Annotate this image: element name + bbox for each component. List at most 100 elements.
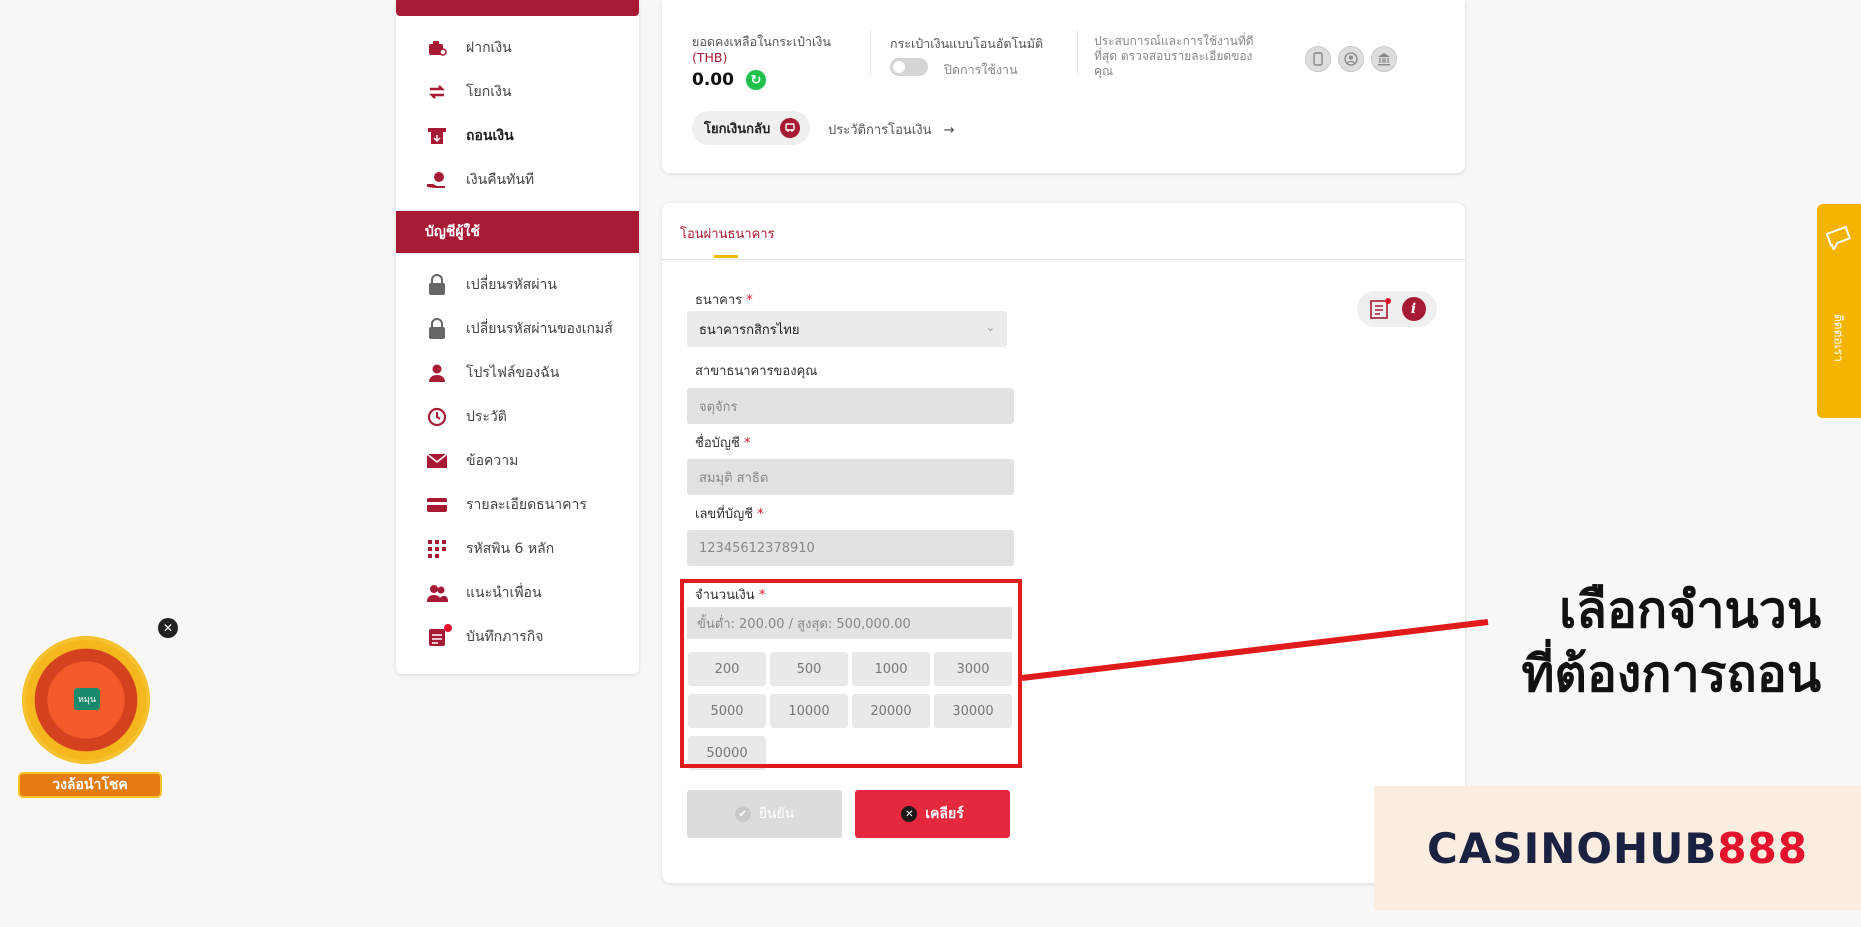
wallet-card: ยอดคงเหลือในกระเป๋าเงิน (THB) 0.00 ↻ กระ… <box>662 0 1465 173</box>
sidebar-item-label: บันทึกภารกิจ <box>466 629 544 645</box>
sidebar-item-bank-details[interactable]: รายละเอียดธนาคาร <box>396 483 639 527</box>
account-name-value: สมมุติ สาธิต <box>699 470 769 486</box>
pin-icon <box>426 538 448 560</box>
account-name-label-text: ชื่อบัญชี <box>695 436 740 451</box>
watermark-logo: CASINOHUB 888 <box>1374 786 1861 910</box>
info-pill: i <box>1357 291 1437 327</box>
required-mark: * <box>757 507 764 522</box>
branch-value: จตุจักร <box>699 399 738 415</box>
watermark-text-main: CASINOHUB <box>1427 823 1718 873</box>
clear-button[interactable]: ✕ เคลียร์ <box>855 790 1010 838</box>
history-icon <box>426 406 448 428</box>
account-name-label: ชื่อบัญชี * <box>695 432 750 453</box>
sidebar-item-label: เปลี่ยนรหัสผ่านของเกมส์ <box>466 321 613 337</box>
arrow-right-icon: → <box>943 123 955 138</box>
sidebar-item-label: รหัสพิน 6 หลัก <box>466 541 555 557</box>
pull-back-label: โยกเงินกลับ <box>704 121 771 137</box>
sidebar: ฝากเงิน โยกเงิน ถอนเงิน เงินคืนทันที บัญ… <box>396 0 639 674</box>
cashback-icon <box>426 169 448 191</box>
sidebar-item-profile[interactable]: โปรไฟล์ของฉัน <box>396 351 639 395</box>
required-mark: * <box>746 293 753 308</box>
sidebar-item-messages[interactable]: ข้อความ <box>396 439 639 483</box>
bank-select-value: ธนาคารกสิกรไทย <box>699 322 800 338</box>
pull-back-button[interactable]: โยกเงินกลับ <box>692 111 811 145</box>
account-number-value: 12345612378910 <box>699 540 815 556</box>
sidebar-item-transfer[interactable]: โยกเงิน <box>396 70 639 114</box>
currency-label: (THB) <box>692 50 728 65</box>
sidebar-item-mission-log[interactable]: บันทึกภารกิจ <box>396 615 639 659</box>
sidebar-item-label: รายละเอียดธนาคาร <box>466 497 587 513</box>
sidebar-item-label: ฝากเงิน <box>466 40 512 56</box>
sidebar-item-label: ข้อความ <box>466 453 519 469</box>
annotation-line-2: ที่ต้องการถอน <box>1521 645 1821 703</box>
lock-icon <box>426 318 448 340</box>
experience-text: ประสบการณ์และการใช้งานที่ดีที่สุด ตรวจสอ… <box>1094 34 1254 78</box>
sidebar-item-label: โยกเงิน <box>466 84 512 100</box>
balance-label-text: ยอดคงเหลือในกระเป๋าเงิน <box>692 34 831 49</box>
wheel-spin-center: หมุน <box>74 688 100 710</box>
divider <box>1077 30 1078 76</box>
sidebar-item-change-password[interactable]: เปลี่ยนรหัสผ่าน <box>396 263 639 307</box>
sidebar-item-label: ถอนเงิน <box>466 128 514 144</box>
account-number-field[interactable]: 12345612378910 <box>687 530 1014 566</box>
lock-icon <box>426 274 448 296</box>
annotation-line-1: เลือกจำนวน <box>1559 581 1821 639</box>
chevron-down-icon: ⌄ <box>985 321 995 334</box>
sidebar-item-label: แนะนำเพื่อน <box>466 585 542 601</box>
pull-back-icon <box>780 118 801 138</box>
contact-us-tab[interactable]: ติดต่อเรา <box>1817 204 1861 418</box>
sidebar-item-history[interactable]: ประวัติ <box>396 395 639 439</box>
tab-bank-transfer[interactable]: โอนผ่านธนาคาร <box>680 223 775 244</box>
account-number-label: เลขที่บัญชี * <box>695 503 764 524</box>
close-icon[interactable]: ✕ <box>158 618 178 638</box>
friends-icon <box>426 582 448 604</box>
bank-label: ธนาคาร * <box>695 289 753 310</box>
deposit-icon <box>426 37 448 59</box>
sidebar-item-label: เปลี่ยนรหัสผ่าน <box>466 277 557 293</box>
phone-icon[interactable] <box>1305 46 1331 72</box>
sidebar-item-label: โปรไฟล์ของฉัน <box>466 365 560 381</box>
account-name-field[interactable]: สมมุติ สาธิต <box>687 459 1014 495</box>
auto-transfer-state: ปิดการใช้งาน <box>944 62 1018 77</box>
lucky-wheel-label: วงล้อนำโชค <box>18 772 162 798</box>
check-icon: ✔ <box>734 806 751 822</box>
chat-icon <box>1825 225 1852 254</box>
user-icon <box>426 362 448 384</box>
info-icon[interactable]: i <box>1401 297 1426 321</box>
balance-value: 0.00 ↻ <box>692 70 766 90</box>
sidebar-item-label: ประวัติ <box>466 409 507 425</box>
bank-icon[interactable] <box>1371 46 1397 72</box>
sidebar-item-deposit[interactable]: ฝากเงิน <box>396 26 639 70</box>
auto-transfer-label: กระเป๋าเงินแบบโอนอัตโนมัติ <box>890 36 1044 51</box>
sidebar-item-change-game-password[interactable]: เปลี่ยนรหัสผ่านของเกมส์ <box>396 307 639 351</box>
refresh-icon[interactable]: ↻ <box>745 70 766 90</box>
sidebar-top-strip <box>396 0 639 16</box>
lucky-wheel-widget[interactable]: หมุน ✕ วงล้อนำโชค <box>8 612 178 802</box>
tab-active-indicator <box>714 255 738 258</box>
transfer-icon <box>426 81 448 103</box>
sidebar-item-cashback[interactable]: เงินคืนทันที <box>396 158 639 202</box>
tab-divider <box>662 259 1465 260</box>
annotation-text: เลือกจำนวน ที่ต้องการถอน <box>1521 578 1821 706</box>
auto-transfer-toggle[interactable] <box>890 58 928 76</box>
sidebar-item-pin[interactable]: รหัสพิน 6 หลัก <box>396 527 639 571</box>
receipt-icon[interactable] <box>1369 298 1391 320</box>
sidebar-item-withdraw[interactable]: ถอนเงิน <box>396 114 639 158</box>
watermark-text-accent: 888 <box>1717 823 1808 873</box>
divider <box>870 30 871 76</box>
balance-amount: 0.00 <box>692 70 734 90</box>
user-verify-icon[interactable] <box>1338 46 1364 72</box>
transfer-history-link[interactable]: ประวัติการโอนเงิน → <box>828 119 955 140</box>
clear-label: เคลียร์ <box>925 806 964 822</box>
contact-us-label: ติดต่อเรา <box>1831 314 1846 362</box>
bank-select[interactable]: ธนาคารกสิกรไทย ⌄ <box>687 311 1007 347</box>
withdraw-form-card: โอนผ่านธนาคาร ธนาคาร * ธนาคารกสิกรไทย ⌄ … <box>662 203 1465 883</box>
account-section-header: บัญชีผู้ใช้ <box>396 211 639 253</box>
confirm-button[interactable]: ✔ ยืนยัน <box>687 790 842 838</box>
withdraw-icon <box>426 125 448 147</box>
branch-field[interactable]: จตุจักร <box>687 388 1014 424</box>
balance-label: ยอดคงเหลือในกระเป๋าเงิน (THB) <box>692 34 842 66</box>
confirm-label: ยืนยัน <box>758 806 795 822</box>
mission-icon <box>426 624 452 648</box>
sidebar-item-refer-friend[interactable]: แนะนำเพื่อน <box>396 571 639 615</box>
